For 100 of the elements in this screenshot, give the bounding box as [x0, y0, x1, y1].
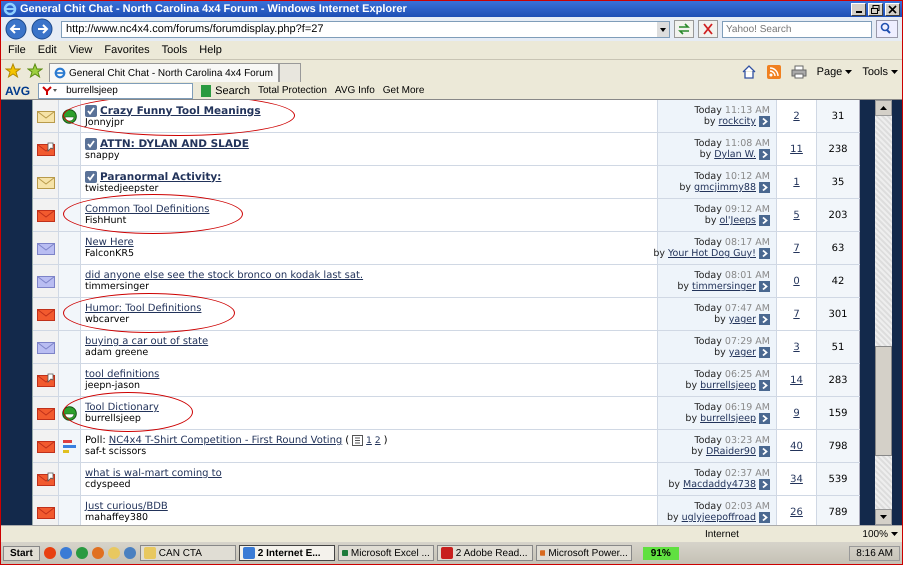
- browser-logo-icon: [54, 67, 66, 79]
- thread-title-link[interactable]: tool definitions: [85, 369, 160, 380]
- go-to-last-post-icon[interactable]: [759, 314, 770, 325]
- refresh-button[interactable]: [674, 20, 694, 38]
- add-favorite-icon[interactable]: [27, 63, 43, 79]
- taskbar-button[interactable]: 2 Adobe Read...: [436, 545, 533, 561]
- replies-link[interactable]: 5: [793, 210, 800, 220]
- go-to-last-post-icon[interactable]: [759, 347, 770, 358]
- menu-item[interactable]: Favorites: [104, 44, 150, 56]
- toolbar-search-button[interactable]: Search: [201, 84, 250, 96]
- last-poster-link[interactable]: yager: [728, 347, 756, 358]
- zoom-level[interactable]: 100%: [862, 528, 898, 540]
- last-poster-link[interactable]: Macdaddy4738: [683, 479, 756, 490]
- thread-title-link[interactable]: Just curious/BDB: [85, 501, 168, 512]
- go-to-last-post-icon[interactable]: [759, 512, 770, 523]
- replies-link[interactable]: 34: [790, 474, 803, 484]
- replies-link[interactable]: 9: [793, 408, 800, 418]
- browser-tab[interactable]: General Chit Chat - North Carolina 4x4 Forum: [49, 63, 279, 82]
- last-poster-link[interactable]: timmersinger: [692, 281, 756, 292]
- quick-launch-icon[interactable]: [42, 546, 57, 560]
- replies-link[interactable]: 2: [793, 110, 800, 122]
- scroll-down-button[interactable]: [875, 509, 892, 525]
- command-menu[interactable]: Tools: [862, 66, 898, 78]
- feed-icon[interactable]: [766, 65, 781, 79]
- thread-title-link[interactable]: New Here: [85, 237, 134, 248]
- back-button[interactable]: [5, 18, 27, 40]
- forward-button[interactable]: [31, 18, 53, 40]
- last-poster-link[interactable]: DRaider90: [706, 446, 756, 457]
- replies-link[interactable]: 7: [793, 242, 800, 254]
- taskbar-button[interactable]: 2 Internet E...: [238, 545, 335, 561]
- last-poster-link[interactable]: Your Hot Dog Guy!: [668, 248, 756, 259]
- go-to-last-post-icon[interactable]: [759, 116, 770, 127]
- replies-link[interactable]: 11: [790, 144, 803, 154]
- go-to-last-post-icon[interactable]: [759, 248, 770, 259]
- page-link[interactable]: 2: [374, 436, 381, 446]
- toolbar-item[interactable]: Get More: [382, 85, 424, 96]
- by-label: by: [653, 248, 665, 259]
- replies-link[interactable]: 3: [793, 342, 800, 352]
- restore-button[interactable]: [868, 2, 883, 16]
- toolbar-item[interactable]: AVG Info: [334, 85, 375, 96]
- last-poster-link[interactable]: burrellsjeep: [700, 413, 756, 424]
- quick-launch-icon[interactable]: [122, 546, 137, 560]
- command-menu[interactable]: Page: [816, 66, 852, 78]
- taskbar-button[interactable]: Microsoft Power...: [536, 545, 632, 561]
- menu-item[interactable]: Tools: [162, 44, 188, 56]
- replies-link[interactable]: 7: [793, 308, 800, 320]
- go-to-last-post-icon[interactable]: [759, 479, 770, 490]
- thread-title-link[interactable]: Crazy Funny Tool Meanings: [100, 104, 261, 116]
- last-poster-link[interactable]: yager: [728, 314, 756, 325]
- search-button[interactable]: [876, 20, 898, 38]
- thread-title-link[interactable]: what is wal-mart coming to: [85, 468, 222, 479]
- toolbar-search-field[interactable]: burrellsjeep: [38, 82, 194, 98]
- search-field[interactable]: Yahoo! Search: [722, 20, 872, 38]
- last-poster-link[interactable]: rockcity: [718, 116, 756, 127]
- replies-link[interactable]: 26: [790, 506, 803, 518]
- go-to-last-post-icon[interactable]: [759, 215, 770, 226]
- go-to-last-post-icon[interactable]: [759, 149, 770, 160]
- print-icon[interactable]: [790, 65, 807, 79]
- last-poster-link[interactable]: gmcjimmy88: [694, 182, 756, 193]
- thread-title-link[interactable]: Humor: Tool Definitions: [85, 303, 202, 314]
- thread-title-link[interactable]: Common Tool Definitions: [85, 204, 210, 215]
- last-poster-link[interactable]: uglyjeepoffroad: [682, 512, 756, 523]
- scroll-thumb[interactable]: [875, 346, 892, 456]
- go-to-last-post-icon[interactable]: [759, 413, 770, 424]
- thread-title-link[interactable]: Tool Dictionary: [85, 402, 159, 413]
- stop-button[interactable]: [698, 20, 718, 38]
- close-button[interactable]: [885, 2, 900, 16]
- replies-link[interactable]: 0: [793, 276, 800, 286]
- last-post-time: 03:23 AM: [724, 435, 770, 446]
- minimize-button[interactable]: [851, 2, 866, 16]
- go-to-last-post-icon[interactable]: [759, 446, 770, 457]
- taskbar-button[interactable]: Microsoft Excel ...: [338, 545, 434, 561]
- thread-title-link[interactable]: NC4x4 T-Shirt Competition - First Round Voting: [108, 435, 342, 446]
- thread-title-link[interactable]: ATTN: DYLAN AND SLADE: [100, 138, 249, 150]
- go-to-last-post-icon[interactable]: [759, 281, 770, 292]
- menu-item[interactable]: View: [68, 44, 92, 56]
- replies-link[interactable]: 40: [790, 440, 803, 452]
- home-icon[interactable]: [740, 65, 757, 79]
- replies-link[interactable]: 1: [793, 176, 800, 188]
- thread-title-link[interactable]: buying a car out of state: [85, 336, 208, 347]
- quick-launch-icon[interactable]: [58, 546, 73, 560]
- favorites-star-icon[interactable]: [5, 63, 21, 79]
- go-to-last-post-icon[interactable]: [759, 380, 770, 391]
- thread-author: jeepn-jason: [85, 380, 142, 391]
- menu-item[interactable]: File: [8, 44, 26, 56]
- thread-title-link[interactable]: Paranormal Activity:: [100, 170, 222, 182]
- menu-item[interactable]: Edit: [38, 44, 57, 56]
- taskbar-button[interactable]: CAN CTA: [140, 545, 236, 561]
- replies-link[interactable]: 14: [790, 374, 803, 386]
- go-to-last-post-icon[interactable]: [759, 182, 770, 193]
- address-field[interactable]: http://www.nc4x4.com/forums/forumdisplay.php?f=27: [61, 20, 670, 38]
- scroll-up-button[interactable]: [875, 100, 892, 116]
- start-button[interactable]: Start: [3, 546, 40, 560]
- thread-title-link[interactable]: did anyone else see the stock bronco on kodak last sat.: [85, 270, 364, 281]
- last-poster-link[interactable]: Dylan W.: [714, 149, 756, 160]
- page-link[interactable]: 1: [366, 436, 372, 446]
- menu-item[interactable]: Help: [199, 44, 222, 56]
- toolbar-item[interactable]: Total Protection: [258, 85, 327, 96]
- last-poster-link[interactable]: ol'Jeeps: [719, 215, 756, 226]
- last-poster-link[interactable]: burrellsjeep: [700, 380, 756, 391]
